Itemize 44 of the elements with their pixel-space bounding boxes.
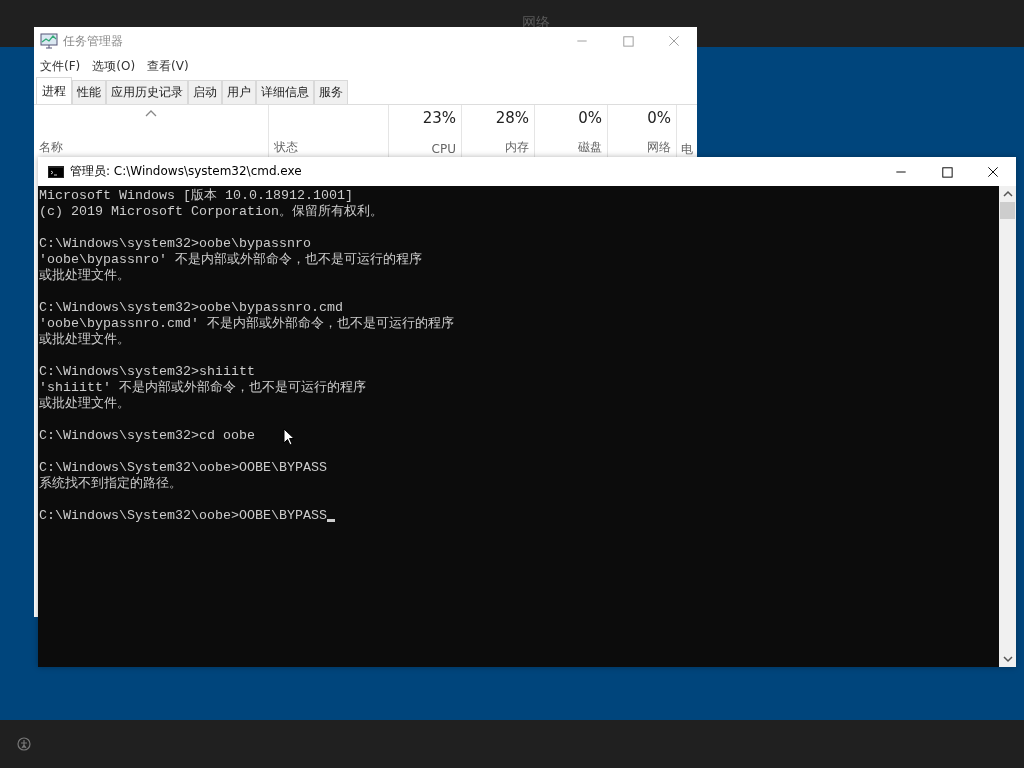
tab[interactable]: 进程 [36,77,72,104]
accessibility-icon[interactable] [16,736,32,752]
console-line: 'oobe\bypassnro' 不是内部或外部命令，也不是可运行的程序 [39,252,422,268]
menu-item[interactable]: 文件(F) [36,57,85,76]
mouse-pointer-icon [283,428,295,446]
console-line: 或批处理文件。 [39,268,130,284]
console-line: C:\Windows\System32\oobe>OOBE\BYPASS [39,508,327,524]
column-header[interactable]: 内存 [505,139,529,156]
console-line: 'shiiitt' 不是内部或外部命令，也不是可运行的程序 [39,380,366,396]
scrollbar[interactable] [999,186,1016,667]
console-line: C:\Windows\System32\oobe>OOBE\BYPASS [39,460,327,476]
usage-percent: 0% [578,109,602,127]
console-line: C:\Windows\system32>oobe\bypassnro.cmd [39,300,343,316]
console-line: 系统找不到指定的路径。 [39,476,182,492]
tab[interactable]: 详细信息 [256,80,314,104]
scroll-thumb[interactable] [1000,202,1015,219]
column-header[interactable]: CPU [431,142,456,156]
tab[interactable]: 性能 [72,80,106,104]
menu-item[interactable]: 选项(O) [88,57,140,76]
console-line: (c) 2019 Microsoft Corporation。保留所有权利。 [39,204,383,220]
tab[interactable]: 应用历史记录 [106,80,188,104]
console-line: C:\Windows\system32>cd oobe [39,428,255,444]
usage-percent: 23% [422,109,456,127]
tab[interactable]: 服务 [314,80,348,104]
column-header[interactable]: 状态 [274,139,383,156]
console-line: 或批处理文件。 [39,332,130,348]
window-title: 任务管理器 [63,32,123,50]
console-line: C:\Windows\system32>oobe\bypassnro [39,236,311,252]
window-title: 管理员: C:\Windows\system32\cmd.exe [70,163,302,180]
usage-percent: 0% [647,109,671,127]
console-line: C:\Windows\system32>shiiitt [39,364,255,380]
column-header[interactable]: 磁盘 [578,139,602,156]
console-icon [48,165,64,178]
console-line: 'oobe\bypassnro.cmd' 不是内部或外部命令，也不是可运行的程序 [39,316,454,332]
console-line: 或批处理文件。 [39,396,130,412]
column-header[interactable]: 网络 [647,139,671,156]
monitor-chart-icon [40,33,58,49]
tab[interactable]: 用户 [222,80,256,104]
usage-percent: 28% [495,109,529,127]
tab[interactable]: 启动 [188,80,222,104]
column-header[interactable]: 电 [681,142,697,156]
console-line: Microsoft Windows [版本 10.0.18912.1001] [39,188,353,204]
column-header[interactable]: 名称 [39,139,263,156]
menu-item[interactable]: 查看(V) [143,57,193,76]
